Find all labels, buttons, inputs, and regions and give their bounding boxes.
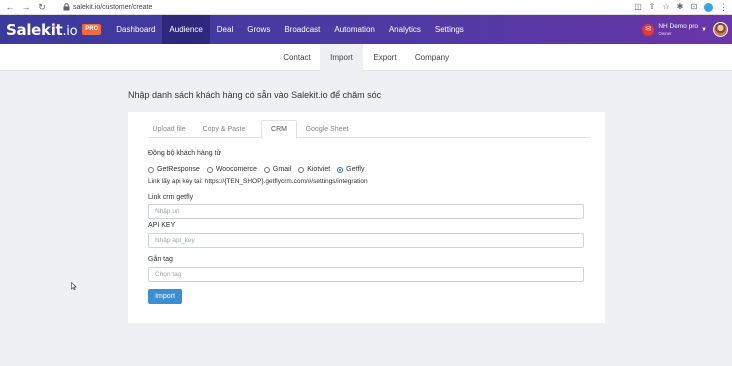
user-name: NH Demo pro (658, 23, 699, 30)
user-info: NH Demo pro Owner (658, 23, 698, 36)
radio-woocomerce-input[interactable] (206, 166, 213, 173)
browser-menu-icon[interactable]: ⋮ (719, 2, 728, 13)
tag-label: Gắn tag (148, 256, 173, 263)
logo-suffix-text: .io (62, 23, 78, 39)
api-key-hint: Link lấy api key tại: https://{TEN_SHOP}… (148, 178, 368, 185)
radio-gmail-label: Gmail (272, 166, 292, 173)
audience-subnav: Contact Import Export Company (0, 44, 732, 71)
nav-audience[interactable]: Audience (162, 15, 210, 44)
radio-getresponse-label: GetResponse (157, 166, 200, 173)
pro-badge: PRO (82, 24, 102, 35)
mail-icon[interactable]: ✉ (642, 23, 655, 36)
profile-avatar-icon[interactable] (704, 2, 713, 12)
nav-settings[interactable]: Settings (428, 15, 471, 44)
avatar[interactable] (713, 22, 728, 37)
api-key-label: API KEY (148, 222, 176, 229)
reload-icon[interactable]: ↻ (36, 1, 48, 13)
source-radio-group: GetResponse Woocomerce Gmail Kiotviet Ge… (148, 166, 371, 173)
tab-export[interactable]: Export (366, 44, 404, 71)
nav-dashboard[interactable]: Dashboard (109, 15, 162, 44)
sidebar-icon[interactable]: ⊡ (690, 3, 698, 11)
nav-deal[interactable]: Deal (210, 15, 240, 44)
tab-contact[interactable]: Contact (276, 44, 318, 71)
radio-getfly-label: Getfly (346, 166, 365, 173)
page-title: Nhập danh sách khách hàng có sẵn vào Sal… (128, 90, 382, 100)
sync-source-label: Đồng bộ khách hàng từ (148, 150, 222, 157)
radio-woocomerce[interactable]: Woocomerce (206, 166, 257, 173)
tab-upload-file[interactable]: Upload file (148, 120, 190, 138)
salekit-logo[interactable]: Salekit.io (6, 20, 78, 39)
extensions-area: ◫ ⇪ ☆ ✱ ⊡ ⋮ (634, 1, 728, 13)
nav-automation[interactable]: Automation (327, 15, 381, 44)
address-bar[interactable]: salekit.io/customer/create (73, 4, 152, 11)
mouse-cursor-icon (71, 282, 77, 290)
forward-icon[interactable]: → (20, 1, 32, 13)
bookmark-star-icon[interactable]: ☆ (662, 3, 670, 11)
logo-main-text: Salekit (6, 20, 63, 39)
tab-copy-paste[interactable]: Copy & Paste (196, 120, 252, 138)
tab-import[interactable]: Import (320, 44, 363, 71)
api-key-input[interactable] (148, 233, 584, 248)
nav-analytics[interactable]: Analytics (382, 15, 428, 44)
nav-broadcast[interactable]: Broadcast (277, 15, 327, 44)
app-header: Salekit.io PRO Dashboard Audience Deal G… (0, 15, 732, 44)
browser-toolbar: ← → ↻ salekit.io/customer/create ◫ ⇪ ☆ ✱… (0, 0, 732, 15)
crm-url-input[interactable] (148, 204, 584, 219)
radio-kiotviet-label: Kiotviet (307, 166, 331, 173)
nav-grows[interactable]: Grows (240, 15, 277, 44)
import-card: Upload file Copy & Paste CRM Google Shee… (128, 112, 605, 323)
tab-crm[interactable]: CRM (261, 120, 297, 139)
lock-icon (62, 3, 70, 11)
radio-getfly[interactable]: Getfly (337, 166, 364, 173)
tab-company[interactable]: Company (408, 44, 456, 71)
import-method-tabs: Upload file Copy & Paste CRM Google Shee… (148, 120, 590, 139)
radio-gmail[interactable]: Gmail (263, 166, 292, 173)
main-nav: Dashboard Audience Deal Grows Broadcast … (109, 15, 471, 44)
radio-kiotviet[interactable]: Kiotviet (298, 166, 330, 173)
radio-kiotviet-input[interactable] (298, 166, 305, 173)
puzzle-icon[interactable]: ✱ (676, 3, 684, 11)
user-role: Owner (658, 31, 672, 36)
radio-gmail-input[interactable] (263, 166, 270, 173)
tab-google-sheet[interactable]: Google Sheet (302, 120, 352, 138)
share-icon[interactable]: ⇪ (648, 3, 656, 11)
radio-getfly-input[interactable] (337, 166, 344, 173)
chevron-down-icon[interactable]: ▼ (701, 27, 707, 33)
user-menu[interactable]: ✉ NH Demo pro Owner ▼ (642, 15, 728, 44)
import-button[interactable]: Import (148, 289, 182, 304)
link-crm-label: Link crm getfly (148, 194, 194, 201)
extension-icon[interactable]: ◫ (634, 3, 642, 11)
radio-getresponse-input[interactable] (148, 166, 154, 173)
back-icon[interactable]: ← (4, 1, 16, 13)
radio-woocomerce-label: Woocomerce (215, 166, 257, 173)
radio-getresponse[interactable]: GetResponse (148, 166, 200, 173)
tag-select[interactable] (148, 267, 584, 282)
